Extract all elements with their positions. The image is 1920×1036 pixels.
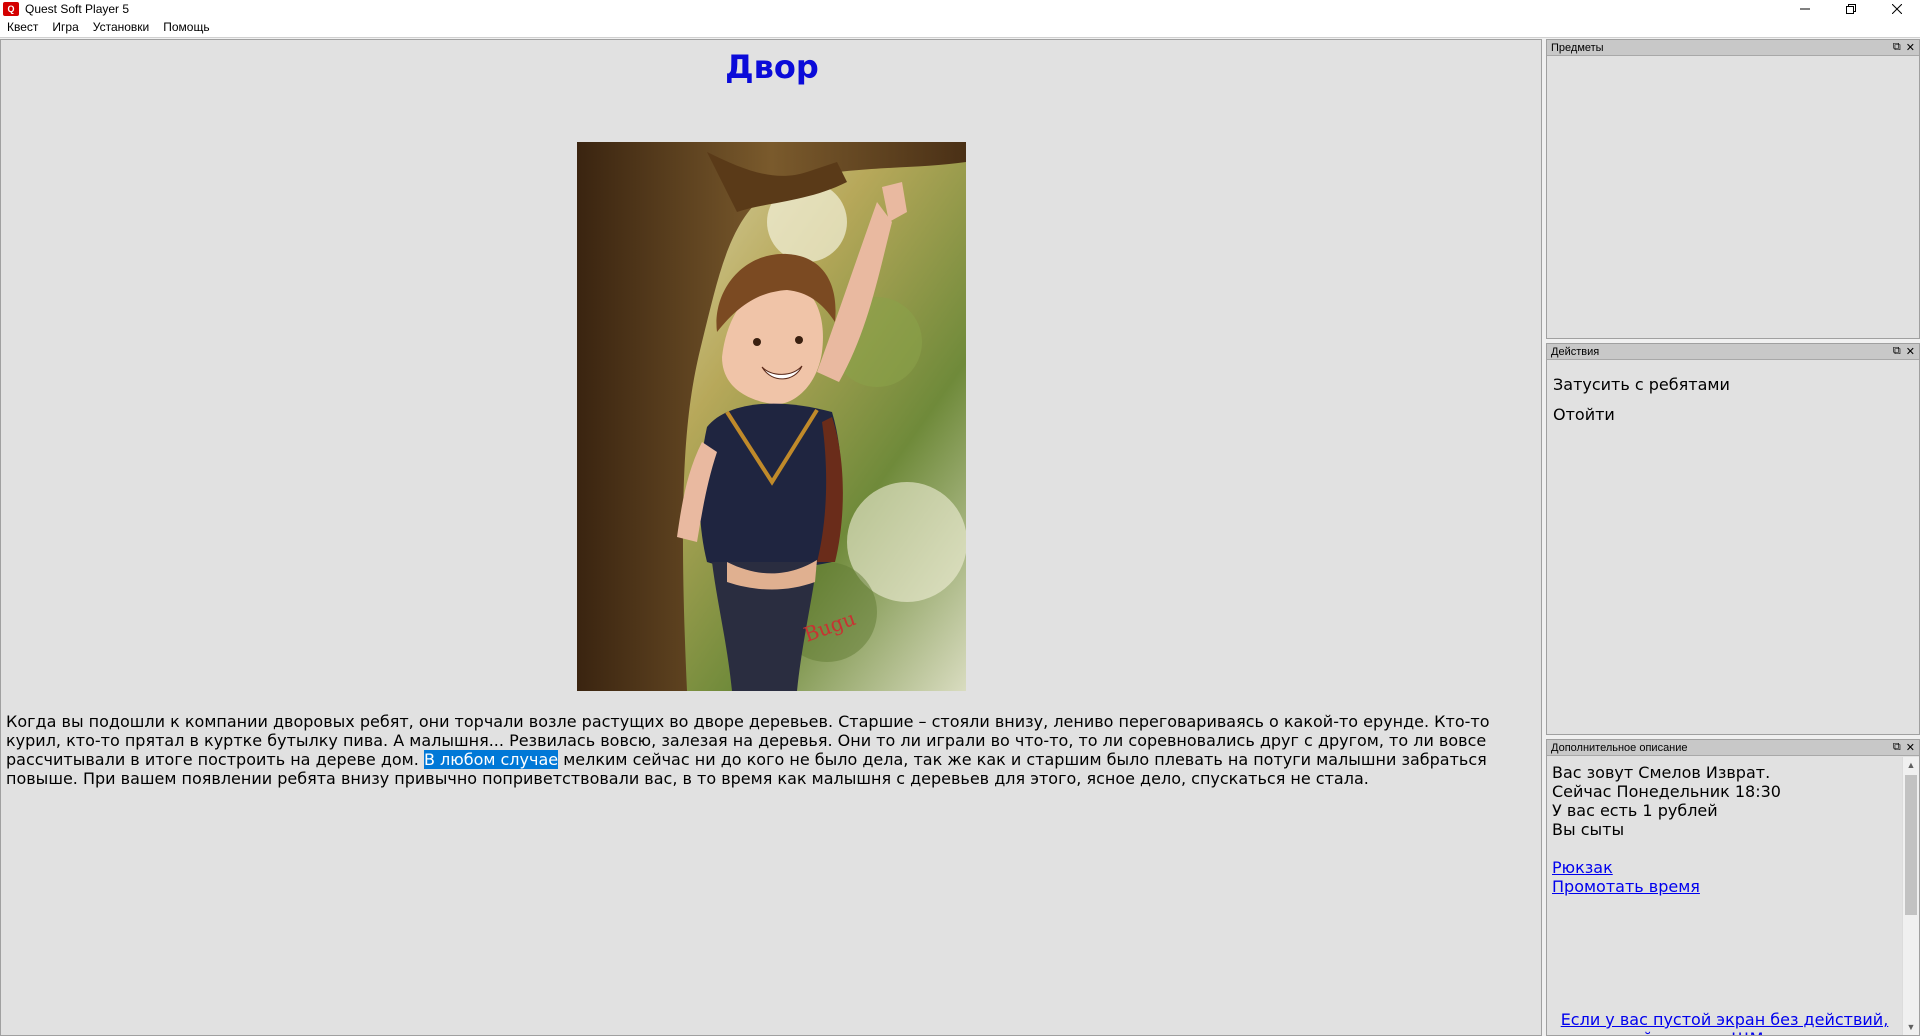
restore-button[interactable] xyxy=(1828,0,1874,17)
menu-help[interactable]: Помощь xyxy=(163,20,209,34)
float-icon[interactable]: ⧉ xyxy=(1893,741,1901,754)
items-panel-header: Предметы ⧉ ✕ xyxy=(1547,40,1919,56)
restore-icon xyxy=(1846,3,1856,14)
money-line: У вас есть 1 рублей xyxy=(1552,801,1718,820)
extra-panel-header: Дополнительное описание ⧉ ✕ xyxy=(1547,740,1919,756)
float-icon[interactable]: ⧉ xyxy=(1893,41,1901,54)
scroll-thumb[interactable] xyxy=(1905,775,1917,915)
actions-panel: Действия ⧉ ✕ Затусить с ребятами Отойти xyxy=(1546,343,1920,735)
items-list xyxy=(1547,57,1919,338)
skip-time-link[interactable]: Промотать время xyxy=(1552,877,1897,896)
empty-screen-fix-link[interactable]: Если у вас пустой экран без действий, то… xyxy=(1552,1010,1897,1035)
menu-settings[interactable]: Установки xyxy=(93,20,149,34)
close-icon[interactable]: ✕ xyxy=(1906,41,1915,54)
window-title: Quest Soft Player 5 xyxy=(25,1,130,16)
close-icon[interactable]: ✕ xyxy=(1906,345,1915,358)
menu-quest[interactable]: Квест xyxy=(7,20,38,34)
items-panel-title: Предметы xyxy=(1551,41,1604,54)
hunger-line: Вы сыты xyxy=(1552,820,1625,839)
time-line: Сейчас Понедельник 18:30 xyxy=(1552,782,1781,801)
actions-list: Затусить с ребятами Отойти xyxy=(1547,361,1919,734)
app-icon: Q xyxy=(3,1,19,16)
extra-panel-content: Вас зовут Смелов Изврат. Сейчас Понедель… xyxy=(1547,757,1919,1035)
actions-panel-header: Действия ⧉ ✕ xyxy=(1547,344,1919,360)
player-name-line: Вас зовут Смелов Изврат. xyxy=(1552,763,1771,782)
extra-panel-title: Дополнительное описание xyxy=(1551,741,1688,754)
room-description: Когда вы подошли к компании дворовых реб… xyxy=(6,712,1536,788)
actions-panel-title: Действия xyxy=(1551,345,1600,358)
title-bar: Q Quest Soft Player 5 xyxy=(0,0,1920,17)
action-hang-out[interactable]: Затусить с ребятами xyxy=(1547,369,1919,399)
float-icon[interactable]: ⧉ xyxy=(1893,345,1901,358)
close-icon xyxy=(1892,3,1902,14)
extra-description-panel: Дополнительное описание ⧉ ✕ Вас зовут См… xyxy=(1546,739,1920,1036)
items-panel: Предметы ⧉ ✕ xyxy=(1546,39,1920,339)
scene-illustration: Bugu xyxy=(577,142,966,691)
minimize-button[interactable] xyxy=(1782,0,1828,17)
menu-game[interactable]: Игра xyxy=(52,20,78,34)
room-title: Двор xyxy=(725,48,819,86)
action-leave[interactable]: Отойти xyxy=(1547,399,1919,429)
main-description-pane: Двор Bugu Когда вы подошли к компании дв… xyxy=(0,39,1542,1036)
scroll-down-icon[interactable]: ▼ xyxy=(1903,1019,1919,1035)
minimize-icon xyxy=(1800,8,1810,9)
menu-bar: Квест Игра Установки Помощь xyxy=(0,17,1920,38)
close-icon[interactable]: ✕ xyxy=(1906,741,1915,754)
extra-panel-scrollbar[interactable]: ▲ ▼ xyxy=(1902,757,1919,1035)
backpack-link[interactable]: Рюкзак xyxy=(1552,858,1897,877)
selected-text: В любом случае xyxy=(423,750,559,769)
window-controls xyxy=(1782,0,1920,17)
close-button[interactable] xyxy=(1874,0,1920,17)
scroll-up-icon[interactable]: ▲ xyxy=(1903,757,1919,773)
